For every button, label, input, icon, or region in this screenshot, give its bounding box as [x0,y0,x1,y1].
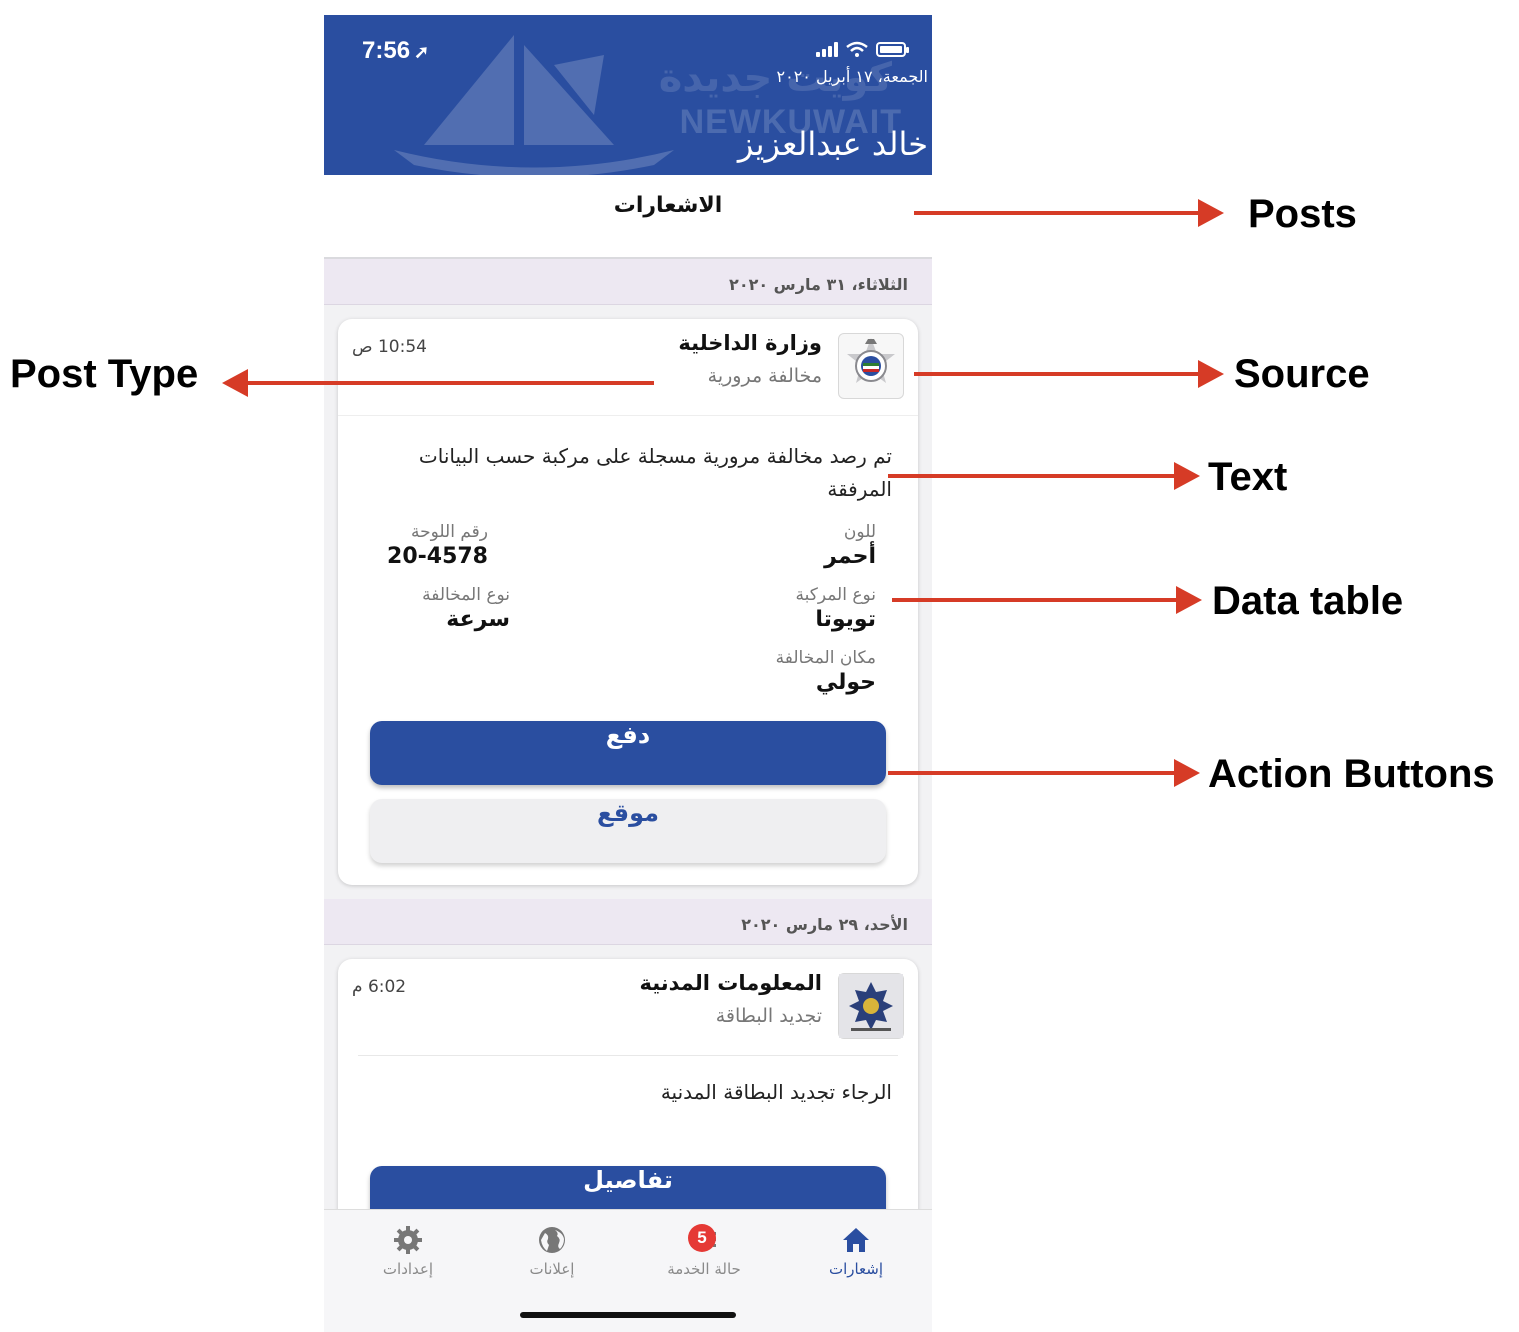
card-header: المعلومات المدنية تجديد البطاقة 6:02 م [338,959,918,1055]
tab-label: إعدادات [382,1260,434,1278]
tab-label: حالة الخدمة [667,1260,741,1278]
notification-card[interactable]: المعلومات المدنية تجديد البطاقة 6:02 م ا… [338,959,918,1211]
phone-screen: ﻛﻮﻳﺖ ﺟﺪﻳﺪﺓ NEWKUWAIT 7:56 ➚ الجمعة، ١٧ أب… [324,15,932,1332]
tab-settings[interactable]: إعدادات [348,1224,468,1278]
wifi-icon [846,41,868,57]
header-date: الجمعة، ١٧ أبريل ٢٠٢٠ [776,67,928,86]
home-icon [796,1224,916,1256]
post-source: المعلومات المدنية [639,971,822,995]
post-text: تم رصد مخالفة مرورية مسجلة على مركبة حسب… [418,444,892,501]
globe-icon [492,1224,612,1256]
day-separator: الثلاثاء، ٣١ مارس ٢٠٢٠ [324,259,932,305]
notification-feed[interactable]: الثلاثاء، ٣١ مارس ٢٠٢٠ وزارة الداخلية مخ… [324,257,932,1211]
user-name: خالد عبدالعزيز [737,125,928,163]
post-source: وزارة الداخلية [678,331,822,355]
paci-emblem-icon [838,973,904,1039]
card-header: وزارة الداخلية مخالفة مرورية 10:54 ص [338,319,918,416]
tab-label: إشعارات [828,1260,884,1278]
tab-service-status[interactable]: 5 حالة الخدمة [644,1224,764,1278]
data-cell-vehicle: نوع المركبة تويوتا [795,585,876,632]
data-label: للون [843,522,876,542]
action-buttons-arrow [888,759,1200,787]
data-cell-location: مكان المخالفة حولي [776,648,876,695]
tab-notifications[interactable]: إشعارات [796,1224,916,1278]
pay-button[interactable]: دفع [370,721,886,785]
data-value: تويوتا [815,607,876,632]
data-cell-color: للون أحمر [824,522,876,569]
post-time: 6:02 م [352,977,407,997]
day-separator: الأحد، ٢٩ مارس ٢٠٢٠ [324,899,932,945]
data-cell-violation: نوع المخالفة سرعة [422,585,510,632]
data-value: أحمر [824,544,876,569]
data-label: نوع المركبة [795,585,876,605]
data-value: سرعة [446,607,510,632]
data-label: رقم اللوحة [411,522,488,542]
source-arrow [914,360,1224,388]
post-type: مخالفة مرورية [707,365,822,387]
tab-announcements[interactable]: إعلانات [492,1224,612,1278]
text-arrow [888,462,1200,490]
data-label: نوع المخالفة [422,585,510,605]
post-type: تجديد البطاقة [715,1005,822,1027]
data-value: 20-4578 [387,544,488,569]
status-time: 7:56 ➚ [362,37,430,64]
annotation-action-buttons: Action Buttons [1208,752,1495,796]
annotation-posts: Posts [1248,192,1357,236]
annotation-source: Source [1234,352,1370,396]
posts-arrow [914,199,1224,227]
data-cell-plate: رقم اللوحة 20-4578 [387,522,488,569]
signal-icon [816,41,838,57]
ministry-of-interior-emblem-icon [838,333,904,399]
tab-label: إعلانات [529,1260,575,1278]
annotation-data-table: Data table [1212,579,1404,623]
data-label: مكان المخالفة [775,648,876,668]
post-text: الرجاء تجديد البطاقة المدنية [660,1080,892,1104]
notification-card[interactable]: وزارة الداخلية مخالفة مرورية 10:54 ص تم … [338,319,918,885]
details-button[interactable]: تفاصيل [370,1166,886,1211]
battery-icon [876,42,909,57]
data-value: حولي [815,670,876,695]
home-indicator [520,1312,736,1318]
app-header: ﻛﻮﻳﺖ ﺟﺪﻳﺪﺓ NEWKUWAIT 7:56 ➚ الجمعة، ١٧ أب… [324,15,932,175]
location-arrow-icon: ➚ [414,42,430,62]
annotation-text: Text [1208,455,1288,499]
post-type-arrow [222,369,654,397]
gear-icon [348,1224,468,1256]
status-icons [816,41,909,57]
notification-badge: 5 [688,1224,716,1252]
data-table-arrow [892,586,1202,614]
annotation-post-type: Post Type [10,352,199,396]
post-time: 10:54 ص [352,337,427,357]
location-button[interactable]: موقع [370,799,886,863]
data-table: للون أحمر رقم اللوحة 20-4578 نوع المركبة… [338,506,918,721]
posts-title: الاشعارات [613,193,723,218]
